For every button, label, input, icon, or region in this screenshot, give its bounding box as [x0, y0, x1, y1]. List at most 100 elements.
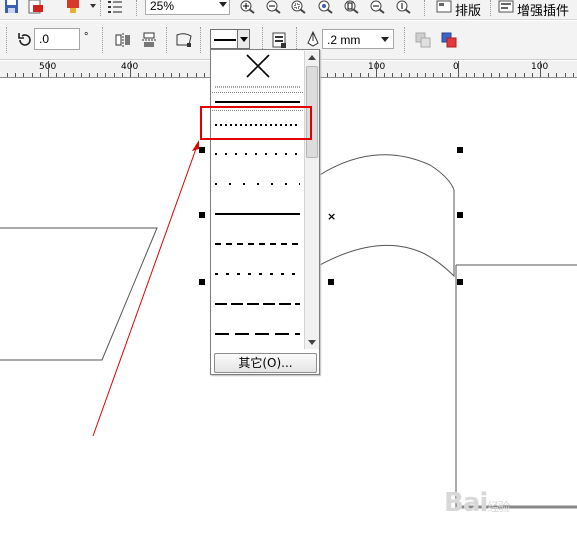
to-back-icon[interactable] [440, 31, 458, 49]
rotation-center-marker[interactable]: × [327, 210, 336, 223]
line-end-icon[interactable] [270, 31, 288, 49]
scroll-down-icon[interactable] [308, 340, 316, 345]
ruler-tick [7, 73, 8, 77]
selection-handle[interactable] [328, 279, 334, 285]
watermark-logo: Bai经验 [444, 488, 510, 518]
toolbar-separator [490, 0, 491, 16]
outline-sample [215, 333, 300, 335]
ruler-tick [81, 73, 82, 77]
outline-sample [215, 243, 300, 245]
outline-style-long-dashed[interactable] [212, 289, 303, 319]
page-rectangle [455, 264, 577, 510]
ruler-tick [360, 73, 361, 77]
no-outline-icon [246, 54, 270, 78]
layout-button[interactable]: 排版 [455, 0, 481, 19]
toolbar-separator [6, 27, 7, 53]
outline-width-select[interactable]: .2 mm [322, 29, 394, 49]
outline-sample [215, 213, 300, 215]
selection-handle[interactable] [199, 279, 205, 285]
selection-handle[interactable] [457, 279, 463, 285]
ruler-tick [483, 73, 484, 77]
ruler-tick [532, 73, 533, 77]
outline-style-extra-long-dashed[interactable] [212, 319, 303, 349]
outline-sample [215, 153, 300, 155]
plugins-button[interactable]: 增强插件 [517, 0, 569, 19]
ruler-tick [64, 73, 65, 77]
flag-shape [317, 154, 455, 278]
ruler-tick [401, 73, 402, 77]
ruler-tick [23, 73, 24, 77]
outline-style-dash-dot[interactable] [212, 259, 303, 289]
zoom-in-icon[interactable] [240, 0, 256, 14]
ruler-tick [392, 73, 393, 77]
outline-width-value: .2 mm [327, 33, 361, 47]
outline-style-none[interactable] [212, 51, 303, 81]
outline-style-sparse-dotted[interactable] [212, 169, 303, 199]
ruler-tick [40, 73, 41, 77]
launcher-dropdown-icon[interactable] [90, 4, 96, 8]
ruler-tick [56, 73, 57, 77]
chevron-down-icon[interactable] [237, 30, 249, 48]
outline-style-dashed[interactable] [212, 229, 303, 259]
zoom-width-icon[interactable] [370, 0, 386, 14]
dropdown-scrollbar[interactable] [304, 51, 319, 349]
zoom-page-icon[interactable] [344, 0, 360, 14]
zoom-out-icon[interactable] [266, 0, 282, 14]
outline-style-dense-dashed[interactable] [212, 199, 303, 229]
watermark-subtext: 经验 [487, 500, 510, 514]
selection-handle[interactable] [199, 212, 205, 218]
ruler-tick [146, 73, 147, 77]
publish-pdf-icon[interactable] [27, 0, 43, 14]
outline-sample [215, 86, 300, 88]
selection-handle[interactable] [457, 212, 463, 218]
toolbar-separator [200, 27, 201, 53]
outline-style-select[interactable] [210, 29, 250, 49]
parallelogram-shape [0, 227, 158, 361]
close-curve-icon[interactable] [175, 31, 193, 49]
ruler-tick [105, 73, 106, 77]
ruler-tick [417, 73, 418, 77]
ruler-tick [48, 61, 49, 77]
toolbar-separator [102, 27, 103, 53]
ruler-tick [196, 73, 197, 77]
zoom-height-icon[interactable] [396, 0, 412, 14]
rotation-angle-input[interactable]: .0 [34, 28, 80, 50]
zoom-level-select[interactable]: 25% [145, 0, 230, 15]
zoom-all-icon[interactable] [318, 0, 334, 14]
highlight-box [200, 106, 312, 140]
mirror-horizontal-icon[interactable] [114, 31, 132, 49]
save-icon[interactable] [4, 0, 20, 14]
ruler-tick [450, 73, 451, 77]
standard-toolbar: 25% 排版 增强插件 [0, 0, 577, 20]
ruler-tick [409, 73, 410, 77]
outline-style-dotted[interactable] [212, 139, 303, 169]
zoom-selected-icon[interactable] [291, 0, 307, 14]
ruler-tick [351, 73, 352, 77]
outline-style-thin-dotted[interactable] [212, 81, 303, 93]
mirror-vertical-icon[interactable] [140, 31, 158, 49]
ruler-tick [442, 73, 443, 77]
other-styles-button[interactable]: 其它(O)... [214, 353, 317, 373]
ruler-tick [130, 61, 131, 77]
toolbar-separator [404, 27, 405, 53]
scroll-up-icon[interactable] [308, 55, 316, 60]
ruler-tick [335, 73, 336, 77]
ruler-tick [114, 73, 115, 77]
degree-symbol: ° [84, 31, 89, 43]
ruler-tick [155, 73, 156, 77]
ruler-tick [458, 61, 459, 77]
application-launcher-icon[interactable] [66, 0, 82, 14]
annotation-arrowhead [192, 140, 199, 151]
ruler-tick [343, 73, 344, 77]
ruler-tick [573, 73, 574, 77]
ruler-tick [524, 73, 525, 77]
plugins-icon [498, 0, 514, 13]
ruler-tick [384, 73, 385, 77]
ruler-tick [122, 73, 123, 77]
options-icon[interactable] [107, 0, 123, 14]
selection-handle[interactable] [199, 147, 205, 153]
rotate-icon [18, 33, 31, 46]
to-front-icon[interactable] [414, 31, 432, 49]
ruler-tick [474, 73, 475, 77]
selection-handle[interactable] [457, 147, 463, 153]
